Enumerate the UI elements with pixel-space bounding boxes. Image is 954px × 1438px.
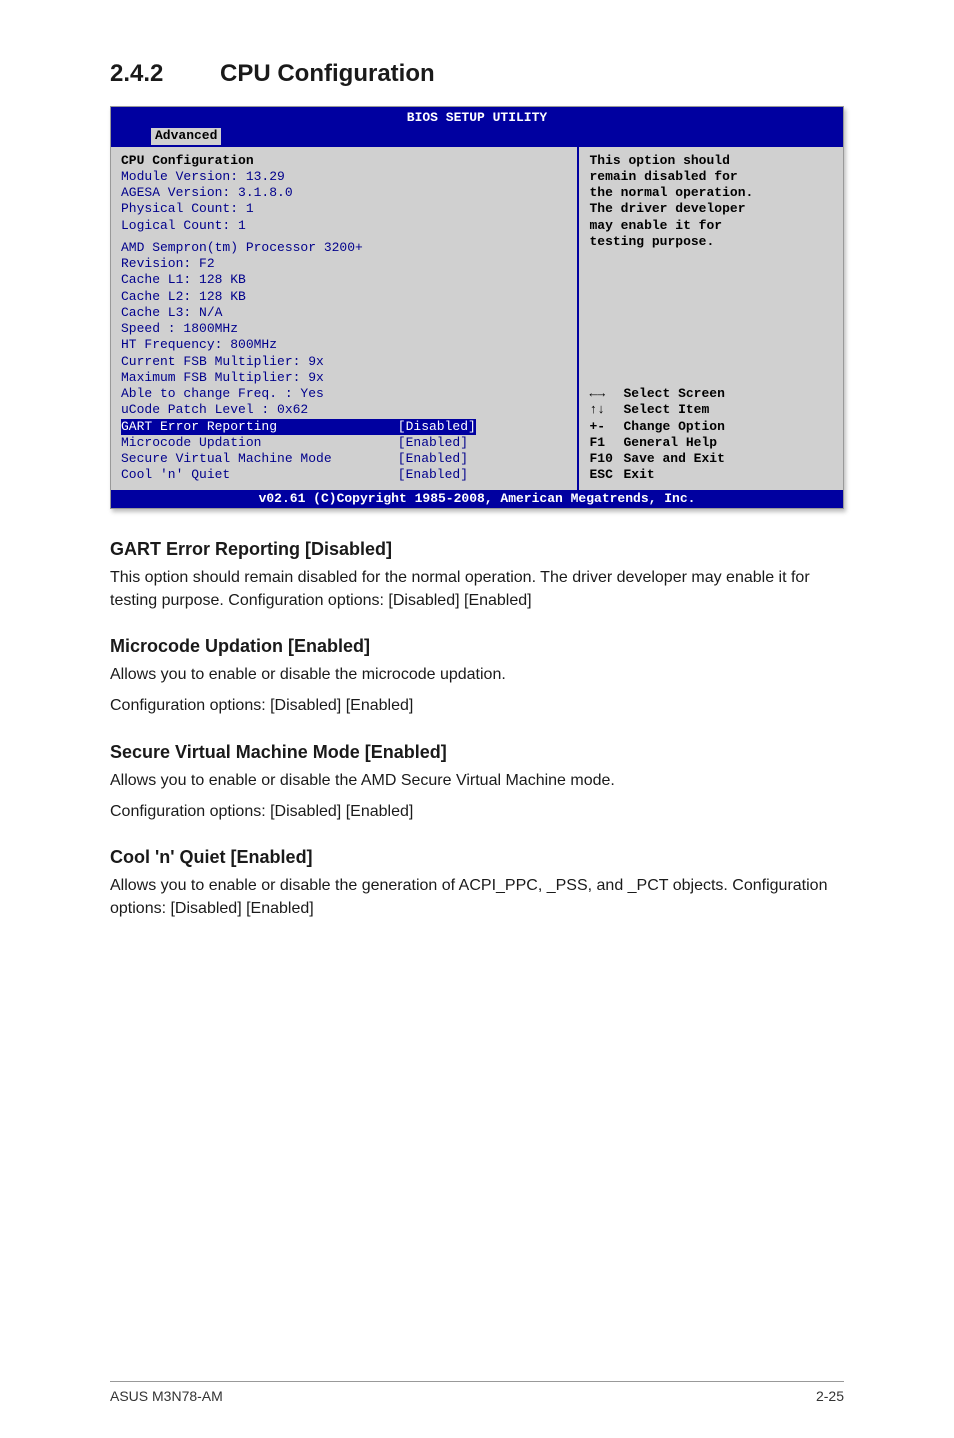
bios-key-row: F10Save and Exit [589, 451, 833, 467]
paragraph: Allows you to enable or disable the gene… [110, 874, 844, 920]
subsection-heading: GART Error Reporting [Disabled] [110, 539, 844, 560]
bios-info-line: Cache L3: N/A [121, 305, 567, 321]
bios-key: +- [589, 419, 623, 435]
bios-help-text: This option should remain disabled for t… [589, 153, 833, 251]
bios-key-desc: General Help [623, 435, 717, 451]
footer-right: 2-25 [816, 1388, 844, 1404]
bios-info1: Module Version: 13.29AGESA Version: 3.1.… [121, 169, 567, 234]
paragraph: Allows you to enable or disable the micr… [110, 663, 844, 686]
bios-setting-value: [Enabled] [398, 467, 468, 483]
bios-title: BIOS SETUP UTILITY [111, 110, 843, 128]
bios-key-desc: Select Item [623, 402, 709, 418]
bios-setting-label: Cool 'n' Quiet [121, 467, 398, 483]
bios-info-line: Revision: F2 [121, 256, 567, 272]
bios-setting-value: [Enabled] [398, 451, 468, 467]
section-heading: 2.4.2CPU Configuration [110, 60, 844, 88]
bios-tab-row: Advanced [111, 128, 843, 146]
bios-info-line: Cache L1: 128 KB [121, 272, 567, 288]
subsection-heading: Secure Virtual Machine Mode [Enabled] [110, 742, 844, 763]
bios-setting-row[interactable]: Cool 'n' Quiet[Enabled] [121, 467, 567, 483]
bios-tab-advanced: Advanced [151, 128, 221, 144]
bios-key-desc: Exit [623, 467, 654, 483]
bios-info-line: Speed : 1800MHz [121, 321, 567, 337]
bios-key-legend: ←→Select Screen↑↓Select Item+-Change Opt… [589, 386, 833, 484]
bios-setting-row[interactable]: Microcode Updation[Enabled] [121, 435, 567, 451]
bios-key: F10 [589, 451, 623, 467]
bios-setting-row[interactable]: Secure Virtual Machine Mode[Enabled] [121, 451, 567, 467]
paragraph: Configuration options: [Disabled] [Enabl… [110, 800, 844, 823]
bios-right-pane: This option should remain disabled for t… [579, 147, 843, 490]
bios-setting-value: [Enabled] [398, 435, 468, 451]
bios-setting-label: Microcode Updation [121, 435, 398, 451]
bios-key-row: ESCExit [589, 467, 833, 483]
bios-info-line: Physical Count: 1 [121, 201, 567, 217]
bios-setting-label: Secure Virtual Machine Mode [121, 451, 398, 467]
bios-info-line: AMD Sempron(tm) Processor 3200+ [121, 240, 567, 256]
section-number: 2.4.2 [110, 60, 220, 88]
bios-key-desc: Change Option [623, 419, 724, 435]
bios-left-pane: CPU Configuration Module Version: 13.29A… [111, 147, 579, 490]
page-footer: ASUS M3N78-AM 2-25 [110, 1381, 844, 1404]
bios-info2: AMD Sempron(tm) Processor 3200+Revision:… [121, 240, 567, 419]
bios-info-line: Module Version: 13.29 [121, 169, 567, 185]
bios-info-line: Maximum FSB Multiplier: 9x [121, 370, 567, 386]
bios-key-row: F1General Help [589, 435, 833, 451]
bios-key: ESC [589, 467, 623, 483]
paragraph: Configuration options: [Disabled] [Enabl… [110, 694, 844, 717]
bios-screenshot: BIOS SETUP UTILITY Advanced CPU Configur… [110, 106, 844, 509]
bios-key-desc: Select Screen [623, 386, 724, 402]
bios-key-row: ←→Select Screen [589, 386, 833, 402]
bios-setting-value: [Disabled] [398, 419, 476, 435]
bios-info-line: Cache L2: 128 KB [121, 289, 567, 305]
section-title: CPU Configuration [220, 60, 435, 87]
bios-info-line: HT Frequency: 800MHz [121, 337, 567, 353]
bios-key-row: ↑↓Select Item [589, 402, 833, 418]
paragraph: Allows you to enable or disable the AMD … [110, 769, 844, 792]
bios-key-row: +-Change Option [589, 419, 833, 435]
bios-left-heading: CPU Configuration [121, 153, 567, 169]
bios-key: F1 [589, 435, 623, 451]
bios-key: ←→ [589, 386, 623, 402]
paragraph: This option should remain disabled for t… [110, 566, 844, 612]
bios-footer: v02.61 (C)Copyright 1985-2008, American … [111, 490, 843, 508]
bios-info-line: Current FSB Multiplier: 9x [121, 354, 567, 370]
bios-settings: GART Error Reporting[Disabled]Microcode … [121, 419, 567, 484]
bios-info-line: Able to change Freq. : Yes [121, 386, 567, 402]
bios-key-desc: Save and Exit [623, 451, 724, 467]
bios-info-line: AGESA Version: 3.1.8.0 [121, 185, 567, 201]
bios-setting-row[interactable]: GART Error Reporting[Disabled] [121, 419, 567, 435]
bios-setting-label: GART Error Reporting [121, 419, 398, 435]
bios-info-line: uCode Patch Level : 0x62 [121, 402, 567, 418]
subsection-heading: Cool 'n' Quiet [Enabled] [110, 847, 844, 868]
footer-left: ASUS M3N78-AM [110, 1388, 223, 1404]
bios-header: BIOS SETUP UTILITY Advanced [111, 107, 843, 147]
bios-body: CPU Configuration Module Version: 13.29A… [111, 147, 843, 490]
subsection-heading: Microcode Updation [Enabled] [110, 636, 844, 657]
bios-info-line: Logical Count: 1 [121, 218, 567, 234]
bios-key: ↑↓ [589, 402, 623, 418]
